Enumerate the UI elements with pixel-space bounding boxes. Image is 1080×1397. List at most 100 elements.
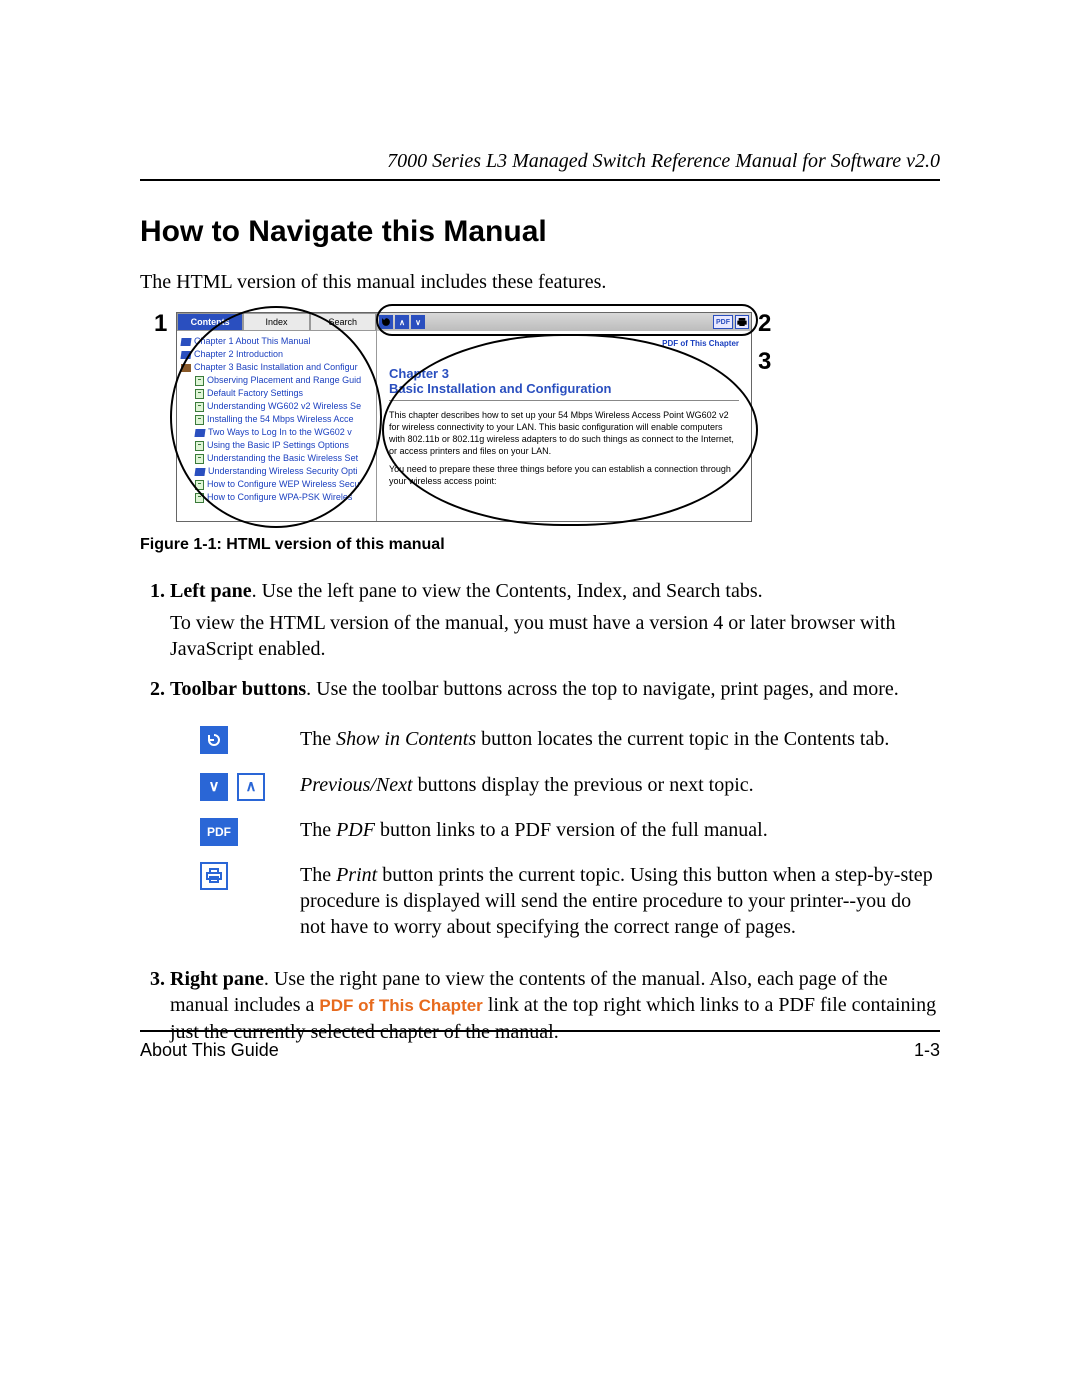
icon-row-prevnext-em: Previous/Next bbox=[300, 774, 413, 796]
tab-search[interactable]: Search bbox=[310, 313, 376, 331]
list-item-1-rest: . Use the left pane to view the Contents… bbox=[252, 580, 763, 602]
tree-item-label: Chapter 3 Basic Installation and Configu… bbox=[194, 361, 358, 374]
tree-item[interactable]: Two Ways to Log In to the WG602 v bbox=[181, 426, 372, 439]
tree-item-label: Using the Basic IP Settings Options bbox=[207, 439, 349, 452]
book-icon bbox=[180, 338, 191, 346]
doc-icon bbox=[195, 480, 204, 490]
book-icon bbox=[180, 351, 191, 359]
icon-row-show-post: button locates the current topic in the … bbox=[476, 728, 889, 750]
icon-row-print-post: button prints the current topic. Using t… bbox=[300, 864, 933, 938]
list-item-2: Toolbar buttons. Use the toolbar buttons… bbox=[170, 676, 940, 948]
figure-wrapper: 1 2 3 Contents Index Search Chapter 1 Ab… bbox=[140, 312, 940, 554]
doc-icon bbox=[195, 376, 204, 386]
icon-row-pdf-post: button links to a PDF version of the ful… bbox=[375, 819, 768, 841]
doc-icon bbox=[195, 389, 204, 399]
show-in-contents-button[interactable] bbox=[200, 726, 228, 754]
pdf-of-chapter-link[interactable]: PDF of This Chapter bbox=[389, 339, 739, 348]
tree-item[interactable]: How to Configure WPA-PSK Wireles bbox=[181, 491, 372, 504]
openbook-icon bbox=[181, 364, 191, 372]
tree-item[interactable]: Chapter 2 Introduction bbox=[181, 348, 372, 361]
tree-item[interactable]: Default Factory Settings bbox=[181, 387, 372, 400]
icon-row-print-em: Print bbox=[336, 864, 377, 886]
pdf-button[interactable]: PDF bbox=[200, 818, 238, 846]
figure-left-pane: Contents Index Search Chapter 1 About Th… bbox=[177, 313, 377, 521]
figure-tabrow: Contents Index Search bbox=[177, 313, 376, 331]
icon-row-pdf-em: PDF bbox=[336, 819, 375, 841]
list-item-1: Left pane. Use the left pane to view the… bbox=[170, 578, 940, 662]
icon-row-print: The Print button prints the current topi… bbox=[200, 854, 940, 948]
doc-icon bbox=[195, 493, 204, 503]
figure-caption: Figure 1-1: HTML version of this manual bbox=[140, 536, 940, 554]
tree-item[interactable]: Understanding the Basic Wireless Set bbox=[181, 452, 372, 465]
chapter-para-2: You need to prepare these three things b… bbox=[389, 463, 739, 487]
icon-row-pdf: PDF The PDF button links to a PDF versio… bbox=[200, 809, 940, 854]
footer-page-number: 1-3 bbox=[914, 1040, 940, 1061]
list-item-1-lead: Left pane bbox=[170, 580, 252, 602]
doc-icon bbox=[195, 441, 204, 451]
tree-item-label: Two Ways to Log In to the WG602 v bbox=[208, 426, 352, 439]
page-title: How to Navigate this Manual bbox=[140, 215, 940, 249]
tree-item[interactable]: Installing the 54 Mbps Wireless Acce bbox=[181, 413, 372, 426]
icon-row-pdf-pre: The bbox=[300, 819, 336, 841]
figure-tree: Chapter 1 About This ManualChapter 2 Int… bbox=[177, 331, 376, 521]
chapter-title: Basic Installation and Configuration bbox=[389, 381, 739, 396]
doc-icon bbox=[195, 454, 204, 464]
icon-row-print-pre: The bbox=[300, 864, 336, 886]
tab-index[interactable]: Index bbox=[243, 313, 309, 331]
doc-icon bbox=[195, 415, 204, 425]
footer-section-title: About This Guide bbox=[140, 1040, 279, 1061]
callout-3: 3 bbox=[758, 348, 771, 376]
chapter-para-1: This chapter describes how to set up you… bbox=[389, 409, 739, 457]
inline-pdf-chapter-link[interactable]: PDF of This Chapter bbox=[319, 996, 482, 1015]
tree-item[interactable]: Chapter 1 About This Manual bbox=[181, 335, 372, 348]
next-topic-button[interactable]: ∧ bbox=[237, 773, 265, 801]
tree-item[interactable]: Using the Basic IP Settings Options bbox=[181, 439, 372, 452]
tree-item-label: Understanding WG602 v2 Wireless Se bbox=[207, 400, 361, 413]
tab-contents[interactable]: Contents bbox=[177, 313, 243, 331]
tree-item[interactable]: Understanding Wireless Security Opti bbox=[181, 465, 372, 478]
figure-content-area: PDF of This Chapter Chapter 3 Basic Inst… bbox=[377, 331, 751, 495]
main-numbered-list: Left pane. Use the left pane to view the… bbox=[140, 578, 940, 1045]
print-button-icon[interactable] bbox=[735, 315, 749, 329]
tree-item-label: Chapter 2 Introduction bbox=[194, 348, 283, 361]
book-icon bbox=[194, 468, 205, 476]
running-header: 7000 Series L3 Managed Switch Reference … bbox=[140, 150, 940, 181]
chapter-rule bbox=[389, 400, 739, 401]
tree-item-label: Understanding the Basic Wireless Set bbox=[207, 452, 358, 465]
next-topic-icon[interactable]: ∧ bbox=[395, 315, 409, 329]
figure-screenshot: Contents Index Search Chapter 1 About Th… bbox=[176, 312, 752, 522]
intro-paragraph: The HTML version of this manual includes… bbox=[140, 271, 940, 294]
tree-item[interactable]: How to Configure WEP Wireless Secu bbox=[181, 478, 372, 491]
pdf-button-icon[interactable]: PDF bbox=[713, 315, 733, 329]
tree-item-label: Default Factory Settings bbox=[207, 387, 303, 400]
icon-row-prevnext: ∨ ∧ Previous/Next buttons display the pr… bbox=[200, 764, 940, 809]
tree-item-label: Chapter 1 About This Manual bbox=[194, 335, 310, 348]
tree-item-label: How to Configure WEP Wireless Secu bbox=[207, 478, 359, 491]
tree-item[interactable]: Observing Placement and Range Guid bbox=[181, 374, 372, 387]
list-item-2-lead: Toolbar buttons bbox=[170, 678, 306, 700]
icon-row-prevnext-post: buttons display the previous or next top… bbox=[413, 774, 754, 796]
callout-2: 2 bbox=[758, 310, 771, 338]
doc-icon bbox=[195, 402, 204, 412]
tree-item-label: Understanding Wireless Security Opti bbox=[208, 465, 358, 478]
tree-item-label: How to Configure WPA-PSK Wireles bbox=[207, 491, 352, 504]
callout-1: 1 bbox=[154, 310, 167, 338]
prev-topic-button[interactable]: ∨ bbox=[200, 773, 228, 801]
show-in-contents-icon[interactable] bbox=[379, 315, 393, 329]
figure-toolbar: ∧ ∨ PDF bbox=[377, 313, 751, 331]
tree-item-label: Installing the 54 Mbps Wireless Acce bbox=[207, 413, 354, 426]
icon-table: The Show in Contents button locates the … bbox=[200, 718, 940, 948]
list-item-2-rest: . Use the toolbar buttons across the top… bbox=[306, 678, 899, 700]
icon-row-show: The Show in Contents button locates the … bbox=[200, 718, 940, 764]
tree-item-label: Observing Placement and Range Guid bbox=[207, 374, 361, 387]
icon-row-show-em: Show in Contents bbox=[336, 728, 476, 750]
icon-row-show-pre: The bbox=[300, 728, 336, 750]
chapter-number: Chapter 3 bbox=[389, 366, 739, 381]
book-icon bbox=[194, 429, 205, 437]
list-item-3-lead: Right pane bbox=[170, 968, 264, 990]
tree-item[interactable]: Understanding WG602 v2 Wireless Se bbox=[181, 400, 372, 413]
print-button[interactable] bbox=[200, 862, 228, 890]
tree-item[interactable]: Chapter 3 Basic Installation and Configu… bbox=[181, 361, 372, 374]
list-item-1-para: To view the HTML version of the manual, … bbox=[170, 610, 940, 662]
prev-topic-icon[interactable]: ∨ bbox=[411, 315, 425, 329]
